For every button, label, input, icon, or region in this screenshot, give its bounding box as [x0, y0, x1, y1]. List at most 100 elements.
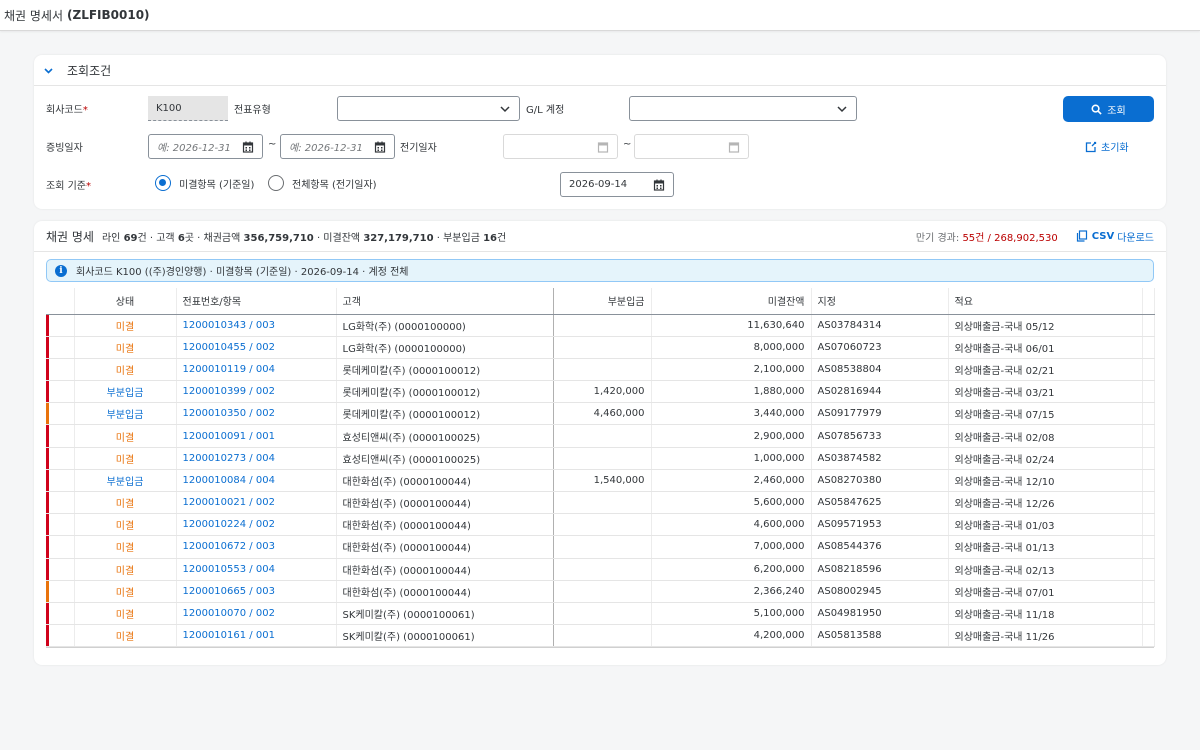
table-row[interactable]: 미결 1200010665 / 003 대한화섬(주) (0000100044) 2,… — [46, 580, 1155, 603]
status-cell: 부분입금 — [74, 380, 177, 404]
filter-panel: 조회조건 회사코드* K100 전표유형 G/L 계정 조회 증빙일자 예: 2… — [34, 55, 1166, 209]
table-row[interactable]: 미결 1200010091 / 001 효성티앤씨(주) (0000100025) 2… — [46, 424, 1155, 448]
doc-link[interactable]: 1200010091 / 001 — [176, 424, 337, 448]
table-row[interactable]: 미결 1200010021 / 002 대한화섬(주) (0000100044) 5,… — [46, 491, 1155, 515]
table-row[interactable]: 부분입금 1200010399 / 002 롯데케미칼(주) (0000100012… — [46, 380, 1155, 404]
gl-account-label: G/L 계정 — [526, 105, 565, 116]
filler-cell — [1142, 624, 1155, 648]
filter-header[interactable]: 조회조건 — [34, 55, 1166, 86]
overdue-indicator — [46, 558, 75, 581]
calendar-icon[interactable] — [373, 140, 387, 154]
overdue-indicator — [46, 402, 75, 426]
overdue-indicator — [46, 336, 75, 359]
table-row[interactable]: 미결 1200010672 / 003 대한화섬(주) (0000100044) 7,… — [46, 535, 1155, 559]
assignment-cell: AS09571953 — [811, 513, 949, 537]
filter-header-label: 조회조건 — [67, 63, 112, 78]
customer-cell: SK케미칼(주) (0000100061) — [336, 624, 554, 648]
doc-link[interactable]: 1200010553 / 004 — [176, 558, 337, 581]
col-customer[interactable]: 고객 — [336, 288, 554, 315]
customer-cell: 롯데케미칼(주) (0000100012) — [336, 358, 554, 382]
col-status[interactable]: 상태 — [74, 288, 177, 315]
calendar-icon[interactable] — [652, 178, 666, 192]
table-row[interactable]: 미결 1200010343 / 003 LG화학(주) (0000100000) 11… — [46, 314, 1155, 337]
col-open[interactable]: 미결잔액 — [651, 288, 812, 315]
table-row[interactable]: 미결 1200010070 / 002 SK케미칼(주) (0000100061) 5… — [46, 602, 1155, 626]
partial-cell — [553, 580, 652, 603]
table-row[interactable]: 미결 1200010273 / 004 효성티앤씨(주) (0000100025) 1… — [46, 447, 1155, 470]
doc-link[interactable]: 1200010350 / 002 — [176, 402, 337, 426]
doc-link[interactable]: 1200010021 / 002 — [176, 491, 337, 515]
status-cell: 미결 — [74, 535, 177, 559]
open-balance-cell: 2,366,240 — [651, 580, 812, 603]
doc-link[interactable]: 1200010672 / 003 — [176, 535, 337, 559]
col-text[interactable]: 적요 — [948, 288, 1143, 315]
assignment-cell: AS05847625 — [811, 491, 949, 515]
radio-all-items[interactable]: 전체항목 (전기일자) — [268, 175, 377, 191]
col-filler — [1142, 288, 1155, 315]
doc-link[interactable]: 1200010161 / 001 — [176, 624, 337, 648]
table-row[interactable]: 미결 1200010224 / 002 대한화섬(주) (0000100044) 4,… — [46, 513, 1155, 537]
doc-link[interactable]: 1200010084 / 004 — [176, 469, 337, 493]
status-cell: 미결 — [74, 580, 177, 603]
open-balance-cell: 5,600,000 — [651, 491, 812, 515]
gl-account-select[interactable] — [629, 96, 857, 121]
partial-cell — [553, 314, 652, 337]
radio-button-selected[interactable] — [155, 175, 171, 191]
assignment-cell: AS03784314 — [811, 314, 949, 337]
reset-button[interactable]: 초기화 — [1085, 139, 1129, 154]
company-code-field[interactable]: K100 — [148, 96, 228, 121]
search-icon — [1091, 104, 1102, 115]
doc-link[interactable]: 1200010119 / 004 — [176, 358, 337, 382]
evidence-date-to[interactable]: 예: 2026-12-31 — [280, 134, 395, 159]
filler-cell — [1142, 580, 1155, 603]
col-partial[interactable]: 부분입금 — [553, 288, 652, 315]
list-header: 채권 명세 라인 69건 · 고객 6곳 · 채권금액 356,759,710 … — [34, 221, 1166, 252]
status-cell: 부분입금 — [74, 469, 177, 493]
customer-cell: 대한화섬(주) (0000100044) — [336, 558, 554, 581]
col-assign[interactable]: 지정 — [811, 288, 949, 315]
customer-cell: 롯데케미칼(주) (0000100012) — [336, 380, 554, 404]
assignment-cell: AS08538804 — [811, 358, 949, 382]
open-balance-cell: 1,000,000 — [651, 447, 812, 470]
customer-cell: 효성티앤씨(주) (0000100025) — [336, 424, 554, 448]
partial-cell — [553, 491, 652, 515]
radio-open-items[interactable]: 미결항목 (기준일) — [155, 175, 254, 191]
table-row[interactable]: 미결 1200010161 / 001 SK케미칼(주) (0000100061) 4… — [46, 624, 1155, 648]
posting-date-from[interactable] — [503, 134, 618, 159]
text-cell: 외상매출금-국내 12/10 — [948, 469, 1143, 493]
customer-cell: 대한화섬(주) (0000100044) — [336, 491, 554, 515]
doc-link[interactable]: 1200010070 / 002 — [176, 602, 337, 626]
radio-button[interactable] — [268, 175, 284, 191]
calendar-icon — [597, 142, 609, 153]
open-balance-cell: 4,600,000 — [651, 513, 812, 537]
table-row[interactable]: 부분입금 1200010084 / 004 대한화섬(주) (0000100044)… — [46, 469, 1155, 493]
table-row[interactable]: 미결 1200010119 / 004 롯데케미칼(주) (0000100012) 2… — [46, 358, 1155, 382]
chevron-down-icon[interactable] — [44, 64, 53, 77]
doc-link[interactable]: 1200010273 / 004 — [176, 447, 337, 470]
calendar-icon[interactable] — [241, 140, 255, 154]
evidence-date-from[interactable]: 예: 2026-12-31 — [148, 134, 263, 159]
table-row[interactable]: 부분입금 1200010350 / 002 롯데케미칼(주) (0000100012… — [46, 402, 1155, 426]
table-row[interactable]: 미결 1200010455 / 002 LG화학(주) (0000100000) 8,… — [46, 336, 1155, 359]
posting-date-to[interactable] — [634, 134, 749, 159]
filler-cell — [1142, 314, 1155, 337]
search-button[interactable]: 조회 — [1063, 96, 1154, 122]
doc-type-select[interactable] — [337, 96, 520, 121]
col-doc[interactable]: 전표번호/항목 — [176, 288, 337, 315]
doc-link[interactable]: 1200010224 / 002 — [176, 513, 337, 537]
assignment-cell: AS08270380 — [811, 469, 949, 493]
doc-link[interactable]: 1200010665 / 003 — [176, 580, 337, 603]
basis-date-field[interactable]: 2026-09-14 — [560, 172, 674, 197]
customer-cell: LG화학(주) (0000100000) — [336, 336, 554, 359]
copy-icon — [1076, 230, 1087, 242]
text-cell: 외상매출금-국내 07/15 — [948, 402, 1143, 426]
doc-link[interactable]: 1200010399 / 002 — [176, 380, 337, 404]
doc-link[interactable]: 1200010455 / 002 — [176, 336, 337, 359]
basis-label: 조회 기준* — [46, 181, 91, 192]
csv-download-button[interactable]: CSV 다운로드 — [1076, 229, 1154, 244]
table-footer-line — [46, 647, 1154, 648]
doc-link[interactable]: 1200010343 / 003 — [176, 314, 337, 337]
open-balance-cell: 11,630,640 — [651, 314, 812, 337]
status-cell: 부분입금 — [74, 402, 177, 426]
table-row[interactable]: 미결 1200010553 / 004 대한화섬(주) (0000100044) 6,… — [46, 558, 1155, 581]
